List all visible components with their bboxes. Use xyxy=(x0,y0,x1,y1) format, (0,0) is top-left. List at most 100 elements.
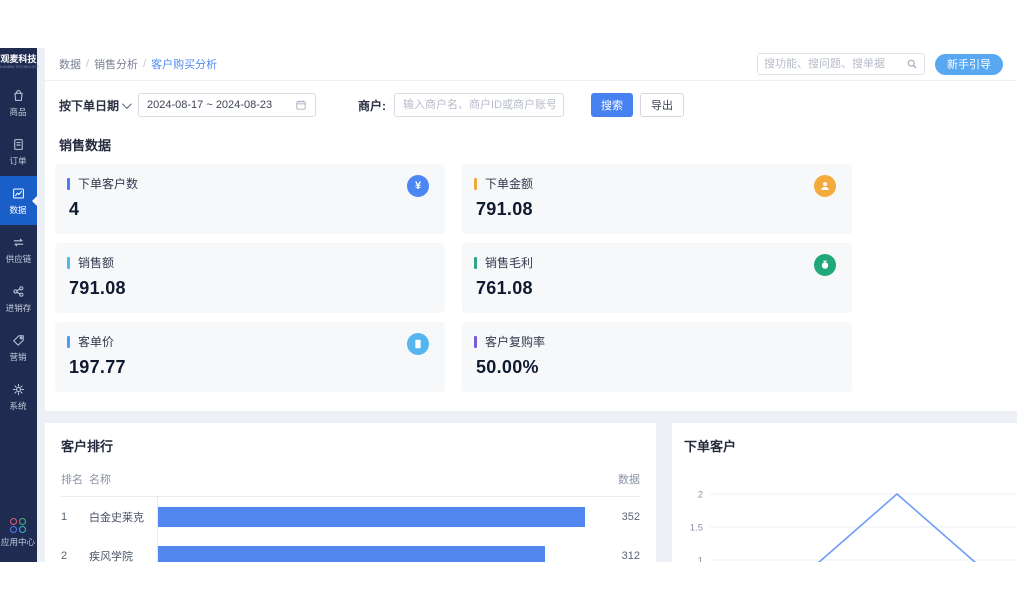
app-center-dot xyxy=(19,526,26,533)
app-window: 观麦科技 GUANMAI TECHNOLOGY 商品订单数据供应链进销存营销系统… xyxy=(0,48,1017,562)
export-button[interactable]: 导出 xyxy=(640,93,684,117)
sidebar-item-数据[interactable]: 数据 xyxy=(0,176,37,225)
ranking-table-body: 1白金史莱克3522疾风学院3123派大星123126.854海绵宝宝0.23 xyxy=(61,497,640,562)
card-label: 客户复购率 xyxy=(485,333,545,350)
bottom-panels: 客户排行 排名 名称 数据 1白金史莱克3522疾风学院3123派大星12312… xyxy=(45,423,1017,562)
order-doc-icon xyxy=(11,137,26,152)
card-value: 50.00% xyxy=(476,357,838,378)
supply-chain-icon xyxy=(11,235,26,250)
y-axis-tick-label: 1.5 xyxy=(690,523,703,534)
line-chart-svg: 21.510.502024-08-172024-08-182024-08-192… xyxy=(678,469,1017,562)
inventory-icon xyxy=(11,284,26,299)
main-content: 数据 / 销售分析 / 客户购买分析 新手引导 xyxy=(37,48,1017,562)
stat-card-销售额: 销售额791.08 xyxy=(55,243,445,313)
stat-cards: 下单客户数4¥下单金额791.08销售额791.08销售毛利761.08客单价1… xyxy=(45,164,1017,401)
sidebar-item-label: 供应链 xyxy=(6,252,32,264)
sidebar-item-label: 营销 xyxy=(10,350,27,362)
search-button[interactable]: 搜索 xyxy=(591,93,633,117)
date-type-dropdown[interactable]: 按下单日期 xyxy=(59,97,129,114)
user-icon xyxy=(814,175,836,197)
card-value: 4 xyxy=(69,199,431,220)
customer-ranking-panel: 客户排行 排名 名称 数据 1白金史莱克3522疾风学院3123派大星12312… xyxy=(45,423,656,562)
app-center-label: 应用中心 xyxy=(1,535,35,547)
ranking-table-row: 2疾风学院 312 xyxy=(61,536,640,562)
global-search-input[interactable] xyxy=(764,58,906,70)
sidebar-item-订单[interactable]: 订单 xyxy=(0,127,37,176)
receipt-icon xyxy=(407,333,429,355)
y-axis-tick-label: 1 xyxy=(698,556,703,563)
search-icon[interactable] xyxy=(906,58,918,70)
stat-card-销售毛利: 销售毛利 761.08 xyxy=(462,243,852,313)
global-search-box[interactable] xyxy=(757,53,925,75)
sidebar-item-label: 系统 xyxy=(10,399,27,411)
sidebar-item-系统[interactable]: 系统 xyxy=(0,372,37,421)
card-accent-bar xyxy=(474,336,477,348)
moneybag-icon xyxy=(814,254,836,276)
breadcrumb-separator: / xyxy=(86,58,89,70)
column-header-spacer xyxy=(157,471,585,487)
card-label: 客单价 xyxy=(78,333,114,350)
topbar-right-group: 新手引导 xyxy=(757,53,1003,75)
marketing-tag-icon xyxy=(11,333,26,348)
sidebar-item-商品[interactable]: 商品 xyxy=(0,78,37,127)
date-range-picker[interactable] xyxy=(138,93,316,117)
sidebar: 观麦科技 GUANMAI TECHNOLOGY 商品订单数据供应链进销存营销系统… xyxy=(0,48,37,562)
sales-data-section-title: 销售数据 xyxy=(45,121,1017,164)
app-center-dot xyxy=(19,518,26,525)
card-accent-bar xyxy=(67,336,70,348)
order-customers-chart-title: 下单客户 xyxy=(678,436,1017,455)
date-range-input[interactable] xyxy=(147,99,295,111)
calendar-icon[interactable] xyxy=(295,99,307,111)
card-accent-bar xyxy=(474,257,477,269)
merchant-label: 商户: xyxy=(358,97,386,114)
column-header-value: 数据 xyxy=(585,471,640,487)
value-cell: 352 xyxy=(585,511,640,523)
card-label: 销售额 xyxy=(78,254,114,271)
order-customers-line-chart: 21.510.502024-08-172024-08-182024-08-192… xyxy=(678,469,1017,562)
breadcrumb-item-data[interactable]: 数据 xyxy=(59,56,81,72)
rank-bar-cell xyxy=(157,536,585,562)
app-center-dot xyxy=(10,526,17,533)
breadcrumb-separator: / xyxy=(143,58,146,70)
rank-bar-cell xyxy=(157,497,585,536)
card-accent-bar xyxy=(474,178,477,190)
stat-card-客户复购率: 客户复购率 50.00% xyxy=(462,322,852,392)
stat-card-下单金额: 下单金额791.08 xyxy=(462,164,852,234)
card-value: 791.08 xyxy=(476,199,838,220)
sidebar-item-进销存[interactable]: 进销存 xyxy=(0,274,37,323)
app-center-dot xyxy=(10,518,17,525)
breadcrumb-item-customer-purchase-analysis: 客户购买分析 xyxy=(151,56,217,72)
sidebar-item-营销[interactable]: 营销 xyxy=(0,323,37,372)
newbie-guide-button[interactable]: 新手引导 xyxy=(935,54,1003,75)
ranking-table-row: 1白金史莱克352 xyxy=(61,497,640,536)
breadcrumb-item-sales-analysis[interactable]: 销售分析 xyxy=(94,56,138,72)
yuan-icon: ¥ xyxy=(407,175,429,197)
rank-bar xyxy=(158,546,545,563)
merchant-search-input[interactable] xyxy=(394,93,564,117)
customer-name-cell: 疾风学院 xyxy=(89,548,157,563)
logo-title: 观麦科技 xyxy=(0,55,42,65)
date-type-label: 按下单日期 xyxy=(59,97,119,114)
chevron-down-icon xyxy=(122,99,132,109)
rank-cell: 2 xyxy=(61,550,89,562)
customer-name-cell: 白金史莱克 xyxy=(89,509,157,525)
card-label: 销售毛利 xyxy=(485,254,533,271)
y-axis-tick-label: 2 xyxy=(698,490,703,501)
stat-card-客单价: 客单价197.77 xyxy=(55,322,445,392)
card-value: 761.08 xyxy=(476,278,838,299)
top-panel: 数据 / 销售分析 / 客户购买分析 新手引导 xyxy=(45,48,1017,411)
sidebar-item-供应链[interactable]: 供应链 xyxy=(0,225,37,274)
stat-card-下单客户数: 下单客户数4¥ xyxy=(55,164,445,234)
card-accent-bar xyxy=(67,178,70,190)
ranking-table-header: 排名 名称 数据 xyxy=(61,471,640,497)
value-cell: 312 xyxy=(585,550,640,562)
customer-ranking-title: 客户排行 xyxy=(61,436,640,455)
top-bar: 数据 / 销售分析 / 客户购买分析 新手引导 xyxy=(45,48,1017,81)
filter-bar: 按下单日期 商户: 搜索 导出 xyxy=(45,81,1017,121)
sidebar-item-label: 进销存 xyxy=(6,301,32,313)
order-customers-chart-panel: 下单客户 21.510.502024-08-172024-08-182024-0… xyxy=(672,423,1017,562)
sidebar-item-app-center[interactable]: 应用中心 xyxy=(0,518,36,548)
gear-icon xyxy=(11,382,26,397)
shopping-bag-icon xyxy=(11,88,26,103)
sidebar-nav: 商品订单数据供应链进销存营销系统 xyxy=(0,78,37,421)
